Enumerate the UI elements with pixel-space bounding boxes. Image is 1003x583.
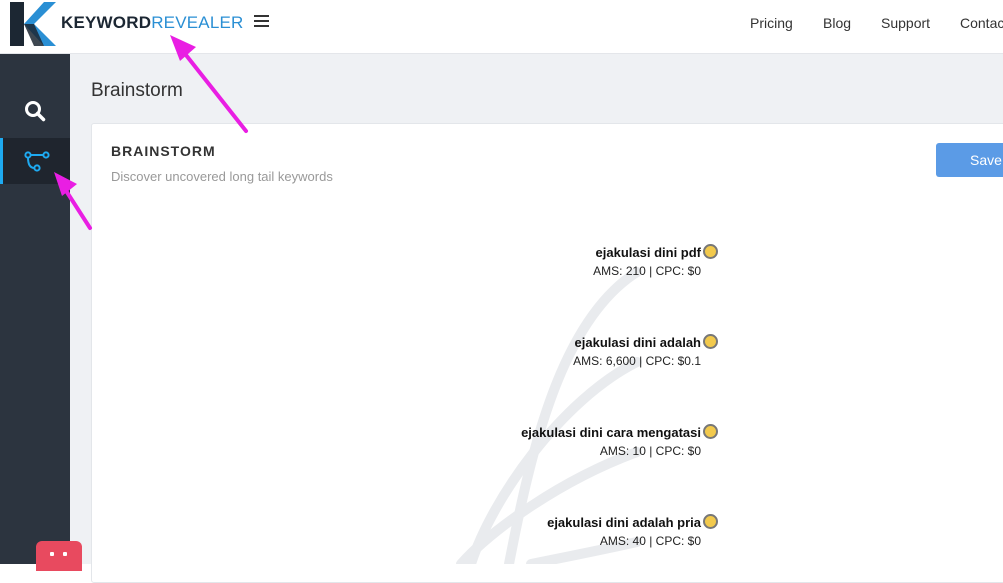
sidebar [0,54,70,564]
brainstorm-icon [23,151,50,172]
keyword-tree-links [456,267,642,564]
top-navbar: KEYWORDREVEALER Pricing Blog Support Con… [0,0,1003,54]
brand-name[interactable]: KEYWORDREVEALER [61,13,244,33]
search-icon [25,101,46,122]
nav-support[interactable]: Support [881,15,930,31]
page-title: Brainstorm [91,80,183,101]
keyword-node-1[interactable]: ejakulasi dini pdf AMS: 210 | CPC: $0 [593,245,701,278]
chat-eye-icon [63,552,67,556]
keyword-name: ejakulasi dini cara mengatasi [521,425,701,440]
chat-eye-icon [50,552,54,556]
save-button[interactable]: Save [936,143,1003,177]
nav-contact[interactable]: Contact [960,15,1003,31]
chat-widget-button[interactable] [36,541,82,571]
keyword-name: ejakulasi dini pdf [595,245,701,260]
brand-part-revealer: REVEALER [151,13,244,32]
sidebar-item-search[interactable] [0,88,70,134]
keyword-name: ejakulasi dini adalah pria [547,515,701,530]
keyword-node-2[interactable]: ejakulasi dini adalah AMS: 6,600 | CPC: … [573,335,701,368]
card-subtitle: Discover uncovered long tail keywords [111,169,333,184]
keyword-stats: AMS: 10 | CPC: $0 [599,444,701,458]
keyword-node-dot[interactable] [703,514,718,529]
hamburger-menu-icon[interactable] [254,15,269,29]
keyword-stats: AMS: 6,600 | CPC: $0.1 [573,354,701,368]
keyword-stats: AMS: 210 | CPC: $0 [593,264,701,278]
keyword-node-dot[interactable] [703,424,718,439]
nav-pricing[interactable]: Pricing [750,15,793,31]
keyword-node-4[interactable]: ejakulasi dini adalah pria AMS: 40 | CPC… [547,515,701,548]
keyword-node-3[interactable]: ejakulasi dini cara mengatasi AMS: 10 | … [521,425,701,458]
keyword-stats: AMS: 40 | CPC: $0 [599,534,701,548]
keyword-node-dot[interactable] [703,334,718,349]
sidebar-item-brainstorm[interactable] [0,138,70,184]
keyword-node-dot[interactable] [703,244,718,259]
keywordrevealer-logo-icon[interactable] [10,2,56,46]
nav-blog[interactable]: Blog [823,15,851,31]
keyword-name: ejakulasi dini adalah [574,335,701,350]
brand-part-keyword: KEYWORD [61,13,152,32]
card-title: BRAINSTORM [111,143,216,159]
